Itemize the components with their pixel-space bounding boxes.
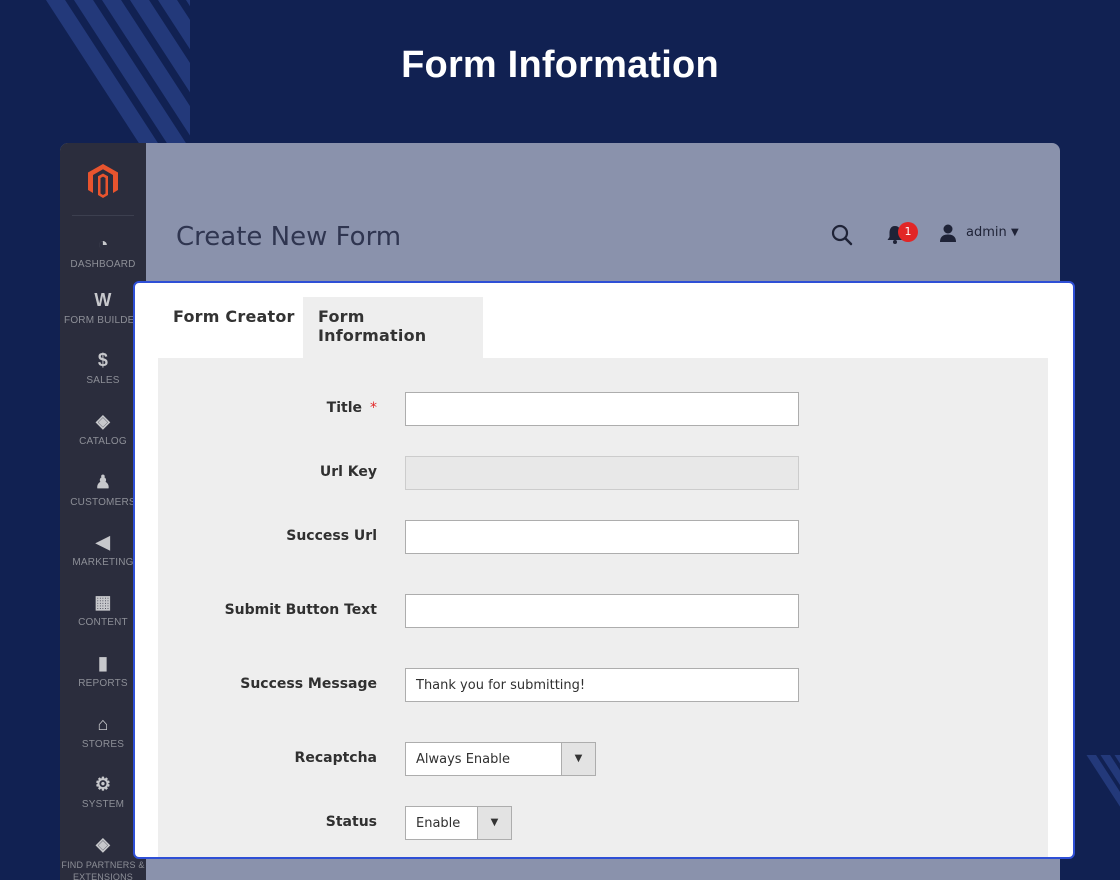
submit-button-text-input[interactable]	[405, 594, 799, 628]
status-select[interactable]: Enable ▼	[405, 806, 512, 840]
gauge-icon: ◔	[97, 234, 109, 254]
search-icon[interactable]	[830, 223, 854, 247]
chevron-down-icon[interactable]: ▼	[477, 807, 511, 839]
notification-badge: 1	[898, 222, 918, 242]
chevron-down-icon[interactable]: ▼	[1011, 227, 1019, 238]
sidebar-item-dashboard[interactable]: ◔ DASHBOARD	[60, 233, 146, 270]
user-icon[interactable]	[938, 223, 958, 243]
page-header: Create New Form 1 admin ▼	[146, 143, 1060, 283]
chevron-down-icon[interactable]: ▼	[561, 743, 595, 775]
title-input[interactable]	[405, 392, 799, 426]
url-key-label: Url Key	[319, 464, 377, 480]
success-url-input[interactable]	[405, 520, 799, 554]
success-url-label: Success Url	[286, 528, 377, 544]
title-label: Title *	[326, 400, 377, 416]
logo-divider	[72, 215, 134, 216]
decorative-stripes-bottom-right	[1070, 755, 1120, 880]
status-label: Status	[325, 814, 377, 830]
tab-form-creator[interactable]: Form Creator	[158, 297, 310, 359]
url-key-input	[405, 456, 799, 490]
page-title: Create New Form	[176, 222, 402, 252]
recaptcha-select[interactable]: Always Enable ▼	[405, 742, 596, 776]
success-message-input[interactable]: Thank you for submitting!	[405, 668, 799, 702]
status-value: Enable	[416, 816, 461, 831]
recaptcha-value: Always Enable	[416, 752, 510, 767]
submit-button-text-label: Submit Button Text	[224, 602, 377, 618]
banner-title: Form Information	[401, 44, 719, 86]
form-information-panel: Form Creator Form Information Title * Url…	[133, 281, 1075, 859]
recaptcha-label: Recaptcha	[294, 750, 377, 766]
form-body-continuation	[146, 859, 1031, 880]
form-body: Title * Url Key Success Url Submit Button…	[158, 358, 1048, 857]
user-menu[interactable]: admin	[966, 225, 1007, 240]
required-asterisk: *	[370, 400, 377, 416]
tab-form-information[interactable]: Form Information	[303, 297, 483, 359]
success-message-label: Success Message	[240, 676, 377, 692]
magento-logo-icon	[88, 164, 118, 198]
